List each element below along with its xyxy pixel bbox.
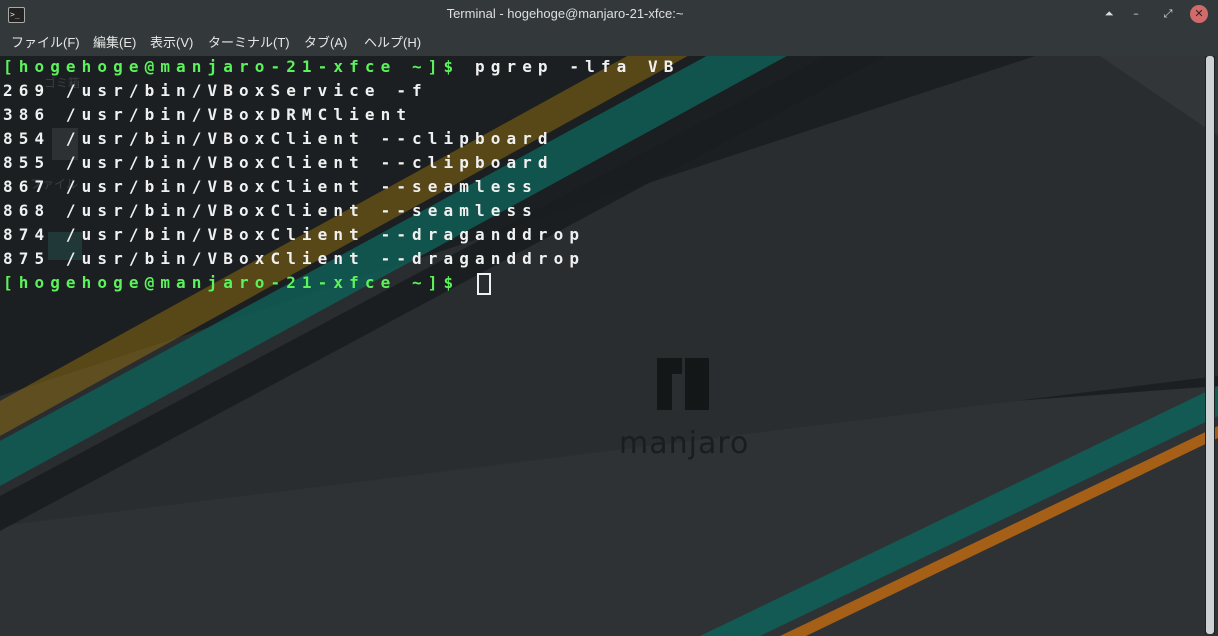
terminal-area[interactable]: manjaro ゴミ箱 ファイル [hogehoge@manjaro-21-xf…	[0, 56, 1218, 636]
terminal-output: [hogehoge@manjaro-21-xfce ~]$ pgrep -lfa…	[3, 56, 680, 296]
scrollbar-thumb[interactable]	[1206, 56, 1214, 634]
menu-file[interactable]: ファイル(F)	[9, 29, 82, 57]
text-cursor[interactable]	[477, 272, 491, 295]
menu-bar: ファイル(F) 編集(E) 表示(V) ターミナル(T) タブ(A) ヘルプ(H…	[0, 29, 1218, 56]
close-icon[interactable]: ✕	[1190, 5, 1208, 23]
output-line: 867 /usr/bin/VBoxClient --seamless	[3, 177, 538, 196]
manjaro-logo-text: manjaro	[619, 426, 750, 461]
output-line: 269 /usr/bin/VBoxService -f	[3, 81, 428, 100]
scrollbar[interactable]	[1205, 56, 1215, 634]
output-line: 855 /usr/bin/VBoxClient --clipboard	[3, 153, 554, 172]
shell-prompt: [hogehoge@manjaro-21-xfce ~]$	[3, 273, 460, 292]
menu-tabs[interactable]: タブ(A)	[302, 29, 349, 57]
menu-view[interactable]: 表示(V)	[148, 29, 195, 57]
menu-edit[interactable]: 編集(E)	[91, 29, 138, 57]
output-line: 875 /usr/bin/VBoxClient --draganddrop	[3, 249, 586, 268]
menu-help[interactable]: ヘルプ(H)	[362, 29, 423, 57]
window-title: Terminal - hogehoge@manjaro-21-xfce:~	[446, 6, 684, 21]
shade-icon[interactable]: ⏶	[1100, 5, 1118, 23]
output-line: 868 /usr/bin/VBoxClient --seamless	[3, 201, 538, 220]
shell-prompt: [hogehoge@manjaro-21-xfce ~]$	[3, 57, 460, 76]
command-text: pgrep -lfa VB	[475, 57, 680, 76]
maximize-icon[interactable]: ⤢	[1159, 5, 1177, 23]
output-line: 854 /usr/bin/VBoxClient --clipboard	[3, 129, 554, 148]
menu-terminal[interactable]: ターミナル(T)	[206, 29, 292, 57]
output-line: 386 /usr/bin/VBoxDRMClient	[3, 105, 413, 124]
command-line: [hogehoge@manjaro-21-xfce ~]$ pgrep -lfa…	[3, 56, 680, 80]
minimize-icon[interactable]: –	[1127, 5, 1145, 23]
title-bar[interactable]: >_ Terminal - hogehoge@manjaro-21-xfce:~…	[0, 0, 1218, 29]
prompt-line: [hogehoge@manjaro-21-xfce ~]$	[3, 272, 680, 296]
output-line: 874 /usr/bin/VBoxClient --draganddrop	[3, 225, 586, 244]
